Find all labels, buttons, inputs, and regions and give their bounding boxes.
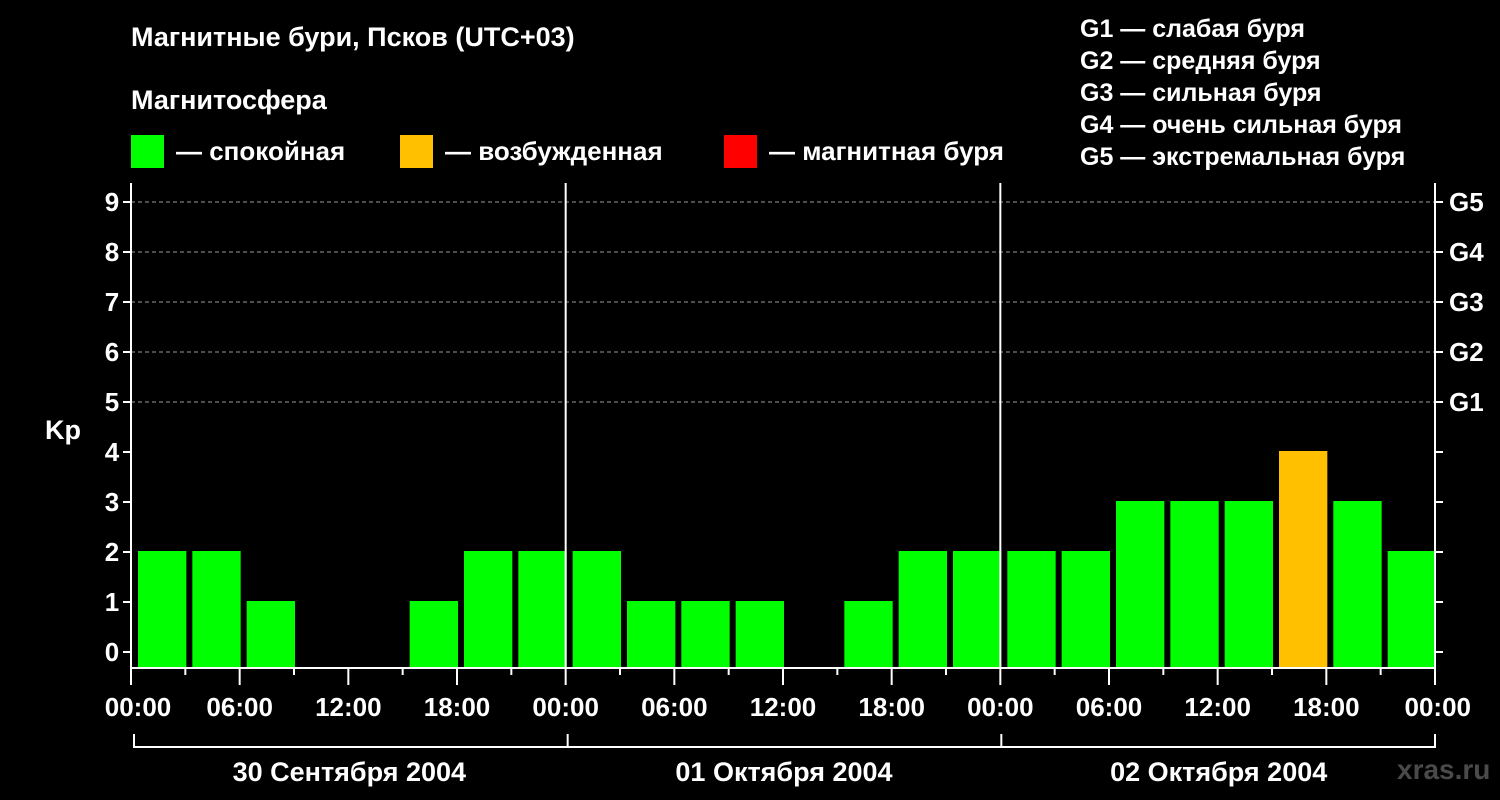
g-level-label: G4 <box>1449 237 1484 267</box>
kp-bar <box>409 601 458 668</box>
x-tick-label: 00:00 <box>967 692 1034 722</box>
kp-bar <box>898 551 947 668</box>
x-tick-label: 12:00 <box>750 692 817 722</box>
kp-bar <box>1279 451 1328 668</box>
y-tick-label: 6 <box>105 337 119 367</box>
y-tick-label: 3 <box>105 487 119 517</box>
day-label: 01 Октября 2004 <box>675 757 892 787</box>
kp-bar <box>192 551 241 668</box>
kp-bar <box>1170 501 1219 668</box>
x-tick-label: 06:00 <box>641 692 708 722</box>
kp-bar <box>627 601 676 668</box>
x-tick-label: 12:00 <box>1184 692 1251 722</box>
y-tick-label: 5 <box>105 387 119 417</box>
x-tick-label: 00:00 <box>1405 692 1472 722</box>
day-label: 02 Октября 2004 <box>1110 757 1327 787</box>
x-tick-label: 00:00 <box>532 692 599 722</box>
g-level-label: G1 <box>1449 387 1484 417</box>
y-tick-label: 4 <box>105 437 120 467</box>
y-axis-label: Kp <box>45 415 81 445</box>
kp-bar <box>518 551 567 668</box>
kp-bar <box>1061 551 1110 668</box>
kp-bar <box>246 601 295 668</box>
x-tick-label: 06:00 <box>1076 692 1143 722</box>
kp-bar <box>464 551 513 668</box>
kp-bar <box>953 551 1002 668</box>
y-tick-label: 0 <box>105 637 119 667</box>
x-tick-label: 18:00 <box>1293 692 1360 722</box>
kp-bar <box>1333 501 1382 668</box>
y-tick-label: 1 <box>105 587 119 617</box>
kp-bar <box>844 601 893 668</box>
kp-bar <box>735 601 784 668</box>
g-level-label: G2 <box>1449 337 1484 367</box>
x-tick-label: 00:00 <box>105 692 172 722</box>
y-tick-label: 8 <box>105 237 119 267</box>
watermark: xras.ru <box>1397 754 1491 785</box>
kp-bar <box>1007 551 1056 668</box>
g-level-label: G3 <box>1449 287 1484 317</box>
y-tick-label: 7 <box>105 287 119 317</box>
x-tick-label: 18:00 <box>858 692 925 722</box>
x-tick-label: 18:00 <box>424 692 491 722</box>
x-tick-label: 12:00 <box>315 692 382 722</box>
y-tick-label: 9 <box>105 187 119 217</box>
g-level-label: G5 <box>1449 187 1484 217</box>
kp-bar-chart: 0 1 2 3 4 5 6 7 8 9 G1 G2 G3 G4 G5 Kp 00:00 06:00 12:00 18:… <box>45 183 1484 787</box>
x-tick-label: 06:00 <box>206 692 273 722</box>
y-tick-label: 2 <box>105 537 119 567</box>
kp-bar <box>1387 551 1436 668</box>
day-label: 30 Сентября 2004 <box>233 757 466 787</box>
kp-bar <box>1116 501 1165 668</box>
kp-bar <box>681 601 730 668</box>
kp-bar <box>138 551 187 668</box>
kp-bar <box>1224 501 1273 668</box>
kp-bar <box>572 551 621 668</box>
